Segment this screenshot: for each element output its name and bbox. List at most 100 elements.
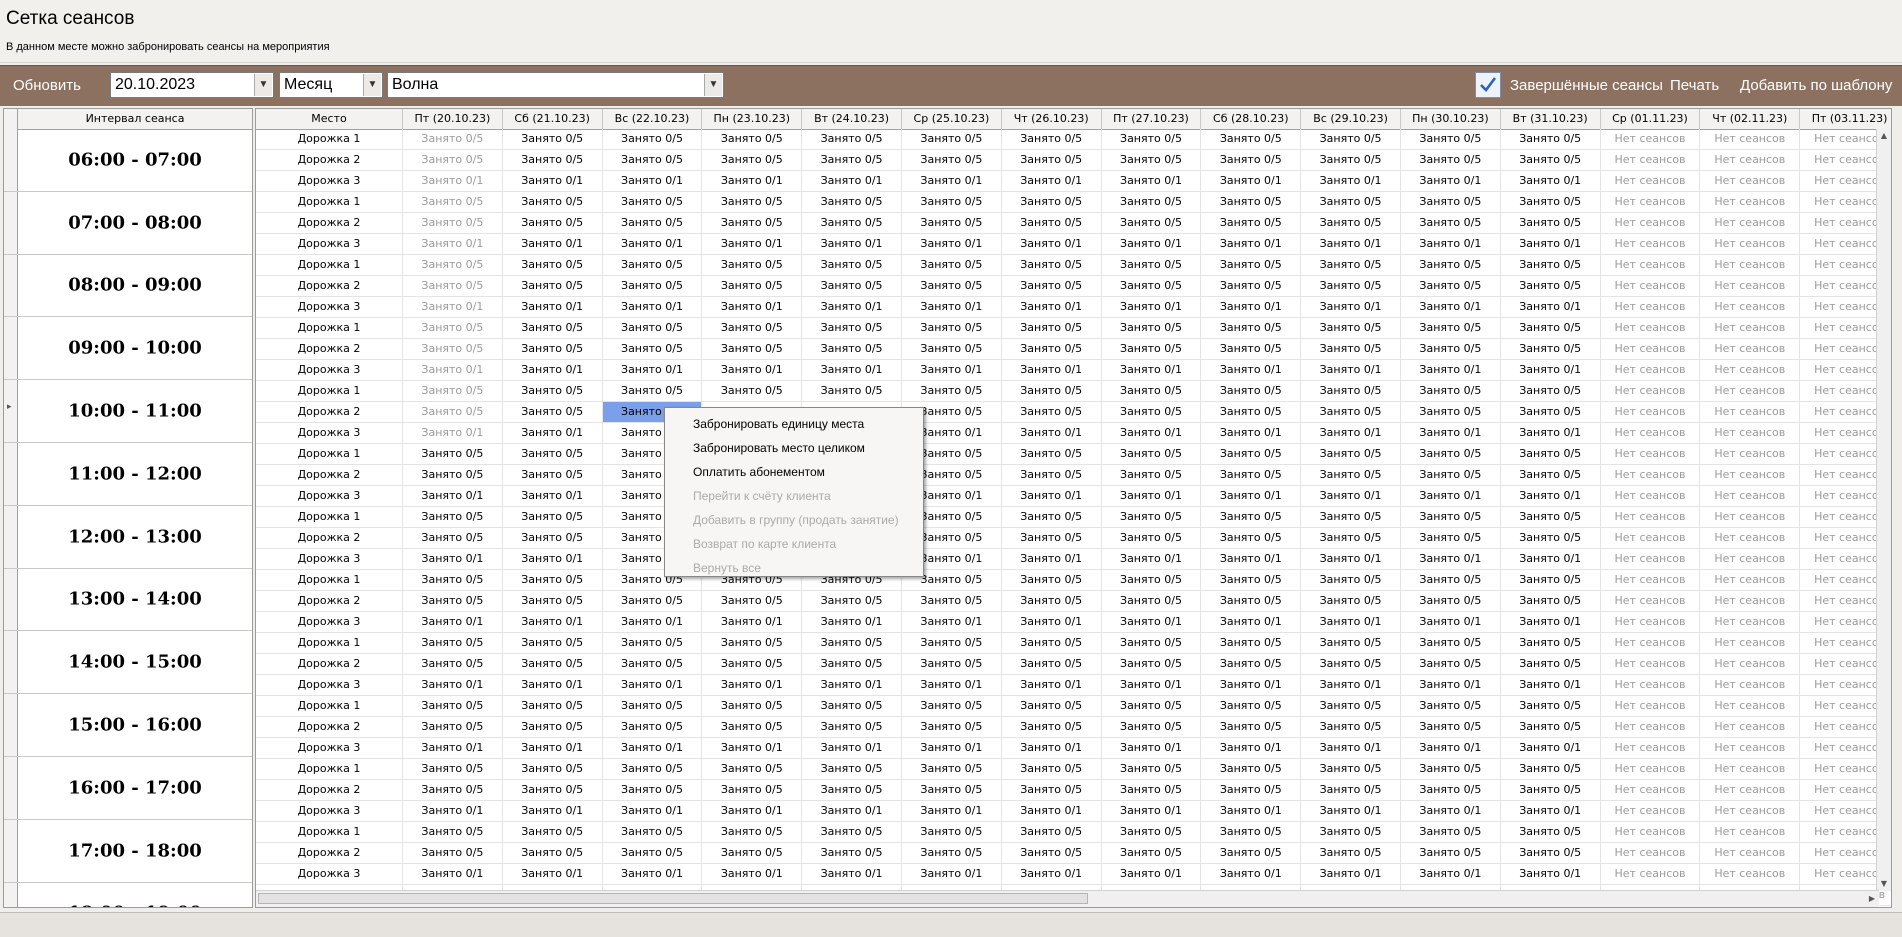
session-cell[interactable]: Занято 0/5 xyxy=(1101,129,1202,150)
session-cell[interactable]: Занято 0/5 xyxy=(602,822,703,843)
session-cell[interactable]: Занято 0/5 xyxy=(403,402,503,423)
session-cell[interactable]: Нет сеансов xyxy=(1700,843,1801,864)
session-cell[interactable]: Занято 0/5 xyxy=(1101,192,1202,213)
session-cell[interactable]: Занято 0/1 xyxy=(502,423,603,444)
session-cell[interactable]: Занято 0/5 xyxy=(403,213,503,234)
session-cell[interactable]: Занято 0/5 xyxy=(1101,696,1202,717)
session-cell[interactable]: Занято 0/5 xyxy=(1201,213,1302,234)
session-cell[interactable]: Занято 0/5 xyxy=(1001,717,1102,738)
session-cell[interactable]: Нет сеансов xyxy=(1700,738,1801,759)
place-cell[interactable]: Дорожка 1 xyxy=(256,822,403,843)
session-cell[interactable]: Нет сеансов xyxy=(1700,444,1801,465)
session-cell[interactable]: Занято 0/1 xyxy=(502,360,603,381)
session-cell[interactable]: Занято 0/5 xyxy=(1401,528,1501,549)
session-cell[interactable]: Занято 0/1 xyxy=(602,360,703,381)
session-cell[interactable]: Занято 0/1 xyxy=(1301,864,1401,885)
session-cell[interactable]: Занято 0/1 xyxy=(1001,423,1102,444)
session-cell[interactable]: Занято 0/5 xyxy=(902,780,1002,801)
session-cell[interactable]: Занято 0/1 xyxy=(1500,801,1601,822)
session-cell[interactable]: Занято 0/5 xyxy=(1401,213,1501,234)
row-selector[interactable] xyxy=(4,631,18,694)
session-cell[interactable]: Занято 0/5 xyxy=(1401,402,1501,423)
completed-sessions-label[interactable]: Завершённые сеансы xyxy=(1510,77,1663,94)
session-cell[interactable]: Занято 0/1 xyxy=(702,297,803,318)
session-cell[interactable]: Нет сеансов xyxy=(1700,612,1801,633)
session-cell[interactable]: Занято 0/5 xyxy=(403,780,503,801)
session-cell[interactable]: Занято 0/1 xyxy=(1401,486,1501,507)
session-cell[interactable]: Занято 0/5 xyxy=(1401,717,1501,738)
session-cell[interactable]: Занято 0/5 xyxy=(1101,570,1202,591)
place-cell[interactable]: Дорожка 1 xyxy=(256,759,403,780)
session-cell[interactable]: Занято 0/5 xyxy=(902,150,1002,171)
session-cell[interactable]: Нет сеансов xyxy=(1700,423,1801,444)
session-cell[interactable]: Занято 0/1 xyxy=(403,549,503,570)
session-cell[interactable]: Занято 0/5 xyxy=(403,276,503,297)
session-cell[interactable]: Занято 0/5 xyxy=(1500,654,1601,675)
session-cell[interactable]: Занято 0/5 xyxy=(1101,780,1202,801)
interval-row[interactable]: 15:00 - 16:00 xyxy=(4,694,252,757)
row-selector[interactable] xyxy=(4,254,18,317)
session-cell[interactable]: Занято 0/5 xyxy=(1401,507,1501,528)
session-cell[interactable]: Занято 0/5 xyxy=(502,780,603,801)
session-cell[interactable]: Занято 0/5 xyxy=(1001,528,1102,549)
session-cell[interactable]: Занято 0/5 xyxy=(502,528,603,549)
day-column-header[interactable]: Вс (29.10.23) xyxy=(1301,109,1401,129)
session-cell[interactable]: Занято 0/5 xyxy=(902,843,1002,864)
period-select[interactable]: Месяц ▼ xyxy=(279,72,383,98)
session-cell[interactable]: Занято 0/5 xyxy=(403,255,503,276)
session-cell[interactable]: Нет сеансов xyxy=(1700,570,1801,591)
session-cell[interactable]: Занято 0/1 xyxy=(602,675,703,696)
session-cell[interactable]: Нет сеансов xyxy=(1700,150,1801,171)
session-cell[interactable]: Занято 0/5 xyxy=(1301,465,1401,486)
row-selector[interactable] xyxy=(4,694,18,756)
session-cell[interactable]: Занято 0/1 xyxy=(602,738,703,759)
session-cell[interactable]: Занято 0/5 xyxy=(502,150,603,171)
print-button[interactable]: Печать xyxy=(1670,77,1719,94)
session-cell[interactable]: Занято 0/5 xyxy=(502,822,603,843)
session-cell[interactable]: Нет сеансов xyxy=(1700,654,1801,675)
session-cell[interactable]: Занято 0/5 xyxy=(1301,633,1401,654)
session-cell[interactable]: Занято 0/1 xyxy=(1401,234,1501,255)
session-cell[interactable]: Занято 0/1 xyxy=(1101,486,1202,507)
session-cell[interactable]: Нет сеансов xyxy=(1700,528,1801,549)
session-cell[interactable]: Нет сеансов xyxy=(1600,423,1701,444)
session-cell[interactable]: Занято 0/5 xyxy=(1201,633,1302,654)
place-cell[interactable]: Дорожка 2 xyxy=(256,276,403,297)
session-cell[interactable]: Занято 0/5 xyxy=(1001,570,1102,591)
session-cell[interactable]: Занято 0/5 xyxy=(1001,339,1102,360)
chevron-down-icon[interactable]: ▼ xyxy=(363,74,381,96)
session-cell[interactable]: Занято 0/1 xyxy=(802,864,902,885)
session-cell[interactable]: Занято 0/1 xyxy=(902,738,1002,759)
session-cell[interactable]: Занято 0/5 xyxy=(502,318,603,339)
session-cell[interactable]: Занято 0/5 xyxy=(1401,381,1501,402)
session-cell[interactable]: Занято 0/5 xyxy=(1001,444,1102,465)
place-cell[interactable]: Дорожка 2 xyxy=(256,843,403,864)
session-cell[interactable]: Занято 0/5 xyxy=(403,465,503,486)
place-cell[interactable]: Дорожка 1 xyxy=(256,381,403,402)
session-cell[interactable]: Занято 0/5 xyxy=(602,276,703,297)
session-cell[interactable]: Занято 0/1 xyxy=(702,864,803,885)
place-cell[interactable]: Дорожка 1 xyxy=(256,255,403,276)
session-cell[interactable]: Занято 0/1 xyxy=(502,864,603,885)
session-cell[interactable]: Занято 0/5 xyxy=(602,255,703,276)
session-cell[interactable]: Занято 0/5 xyxy=(802,150,902,171)
session-cell[interactable]: Нет сеансов xyxy=(1700,276,1801,297)
session-cell[interactable]: Занято 0/5 xyxy=(1401,654,1501,675)
session-cell[interactable]: Занято 0/5 xyxy=(702,822,803,843)
session-cell[interactable]: Занято 0/5 xyxy=(802,717,902,738)
session-cell[interactable]: Занято 0/1 xyxy=(403,738,503,759)
day-column-header[interactable]: Вс (22.10.23) xyxy=(603,109,703,129)
session-cell[interactable]: Занято 0/5 xyxy=(1500,276,1601,297)
session-cell[interactable]: Занято 0/1 xyxy=(1101,801,1202,822)
session-cell[interactable]: Занято 0/1 xyxy=(902,234,1002,255)
session-cell[interactable]: Занято 0/5 xyxy=(403,843,503,864)
session-cell[interactable]: Занято 0/1 xyxy=(1500,423,1601,444)
session-cell[interactable]: Занято 0/5 xyxy=(1301,528,1401,549)
session-cell[interactable]: Занято 0/1 xyxy=(1001,297,1102,318)
session-cell[interactable]: Занято 0/5 xyxy=(1401,318,1501,339)
session-cell[interactable]: Занято 0/1 xyxy=(602,234,703,255)
session-cell[interactable]: Нет сеансов xyxy=(1600,276,1701,297)
session-cell[interactable]: Занято 0/5 xyxy=(502,444,603,465)
session-cell[interactable]: Занято 0/1 xyxy=(1201,360,1302,381)
session-cell[interactable]: Занято 0/5 xyxy=(702,381,803,402)
